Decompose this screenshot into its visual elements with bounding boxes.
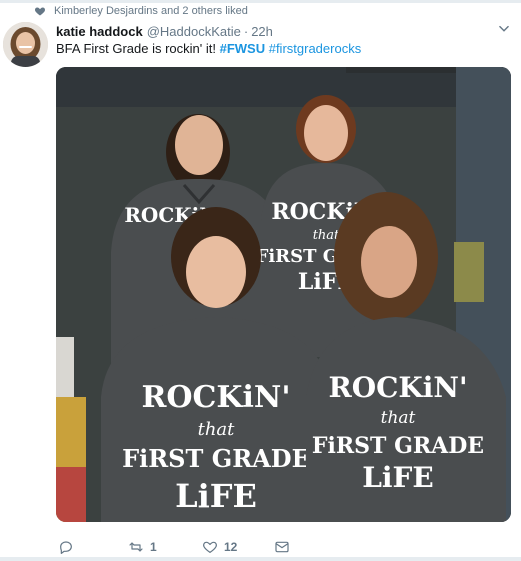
author-handle[interactable]: @HaddockKatie xyxy=(147,24,241,39)
tweet-actions: 1 12 xyxy=(56,531,356,555)
shirt-text-line1-front-right: ROCKiN' xyxy=(328,371,467,404)
tweet-header: katie haddock @HaddockKatie · 22h xyxy=(56,22,511,40)
like-count: 12 xyxy=(224,540,238,554)
hashtag-firstgraderocks[interactable]: #firstgraderocks xyxy=(269,41,361,56)
avatar[interactable] xyxy=(3,22,48,67)
social-context[interactable]: Kimberley Desjardins and 2 others liked xyxy=(34,3,248,19)
shirt-text-line3-front-left: FiRST GRADE xyxy=(122,444,310,473)
shirt-text-line4-front-right: LiFE xyxy=(362,461,434,494)
shirt-text-line4-front-left: LiFE xyxy=(175,477,257,515)
reply-icon xyxy=(60,541,72,554)
shirt-text-line3-front-right: FiRST GRADE xyxy=(312,433,484,459)
envelope-icon xyxy=(275,541,289,553)
tweet-body: BFA First Grade is rockin' it! xyxy=(56,41,220,56)
like-button[interactable]: 12 xyxy=(202,535,237,559)
timestamp[interactable]: 22h xyxy=(251,24,273,39)
liked-by-text: Kimberley Desjardins and 2 others liked xyxy=(54,5,248,17)
retweet-button[interactable]: 1 xyxy=(128,535,157,559)
direct-message-button[interactable] xyxy=(274,535,290,559)
tweet-photo[interactable]: ROCKiN' that FiRST GRADE LiFE ROCKiN' RO… xyxy=(56,67,511,522)
heart-icon xyxy=(34,7,46,16)
hashtag-fwsu[interactable]: #FWSU xyxy=(220,41,266,56)
bottom-divider xyxy=(0,557,521,561)
shirt-text-line2-front-right: that xyxy=(381,408,416,428)
shirt-text-line1-front-left: ROCKiN' xyxy=(141,380,290,415)
retweet-count: 1 xyxy=(150,540,157,554)
tweet-text: BFA First Grade is rockin' it! #FWSU #fi… xyxy=(56,41,361,56)
author-name[interactable]: katie haddock xyxy=(56,24,143,39)
shirt-text-line2-front-left: that xyxy=(198,419,236,440)
group-photo: ROCKiN' that FiRST GRADE LiFE ROCKiN' RO… xyxy=(56,67,511,522)
chevron-down-icon[interactable] xyxy=(497,22,511,36)
avatar-image xyxy=(3,22,48,67)
separator-dot: · xyxy=(243,23,249,39)
retweet-icon xyxy=(129,542,143,552)
reply-button[interactable] xyxy=(58,535,80,559)
heart-outline-icon xyxy=(203,541,217,553)
